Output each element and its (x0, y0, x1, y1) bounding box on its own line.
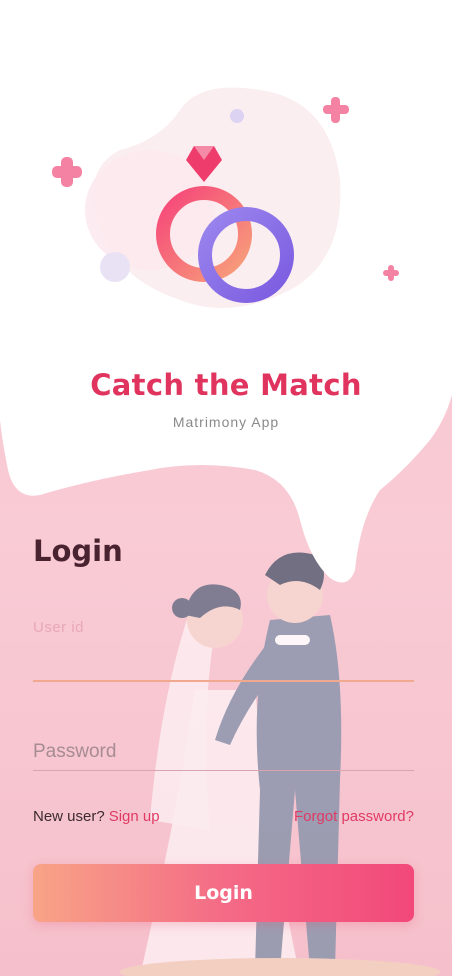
app-subtitle: Matrimony App (172, 414, 280, 430)
signup-prompt: New user? Sign up (33, 808, 160, 825)
rings-logo-icon (52, 87, 399, 308)
forgot-password-link[interactable]: Forgot password? (294, 808, 414, 825)
login-heading: Login (33, 534, 123, 568)
password-field[interactable] (33, 734, 414, 770)
signup-link[interactable]: Sign up (109, 808, 160, 825)
userid-field[interactable] (33, 680, 414, 682)
auth-links: New user? Sign up Forgot password? (33, 808, 414, 825)
userid-label: User id (33, 619, 85, 636)
login-button[interactable]: Login (33, 864, 414, 922)
new-user-text: New user? (33, 808, 105, 825)
password-underline (33, 770, 414, 771)
app-title: Catch the Match (90, 368, 362, 402)
